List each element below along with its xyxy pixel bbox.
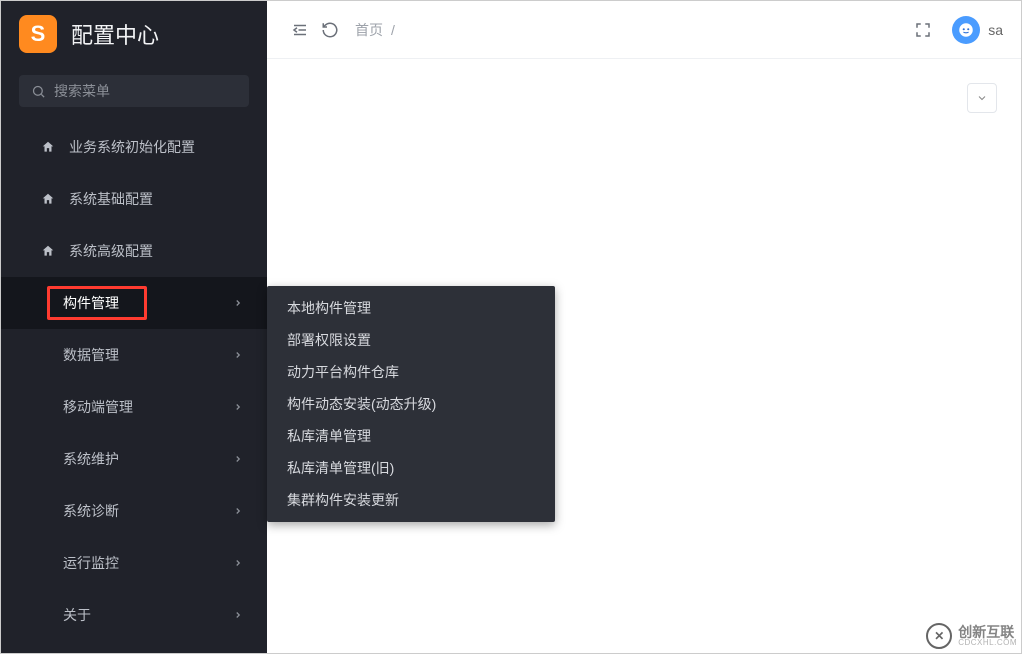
- nav-sub-item-mobile-mgmt[interactable]: 移动端管理: [1, 381, 267, 433]
- refresh-icon: [321, 21, 339, 39]
- nav-label: 系统基础配置: [69, 189, 153, 209]
- logo-row: S 配置中心: [1, 1, 267, 71]
- chevron-right-icon: [233, 347, 243, 363]
- sidebar: S 配置中心 业务系统初始化配置 系统基础配置 系统高级配置 构件管理 数据管理: [1, 1, 267, 653]
- chevron-down-icon: [976, 92, 988, 104]
- app-title: 配置中心: [71, 18, 159, 50]
- nav-sub-item-monitoring[interactable]: 运行监控: [1, 537, 267, 589]
- nav-sub-item-sys-maintenance[interactable]: 系统维护: [1, 433, 267, 485]
- watermark-icon: ✕: [926, 623, 952, 649]
- nav-label: 系统诊断: [63, 501, 119, 521]
- home-icon: [41, 140, 55, 154]
- chevron-right-icon: [233, 607, 243, 623]
- breadcrumb: 首页 /: [355, 20, 395, 40]
- nav-label: 业务系统初始化配置: [69, 137, 195, 157]
- nav-label: 运行监控: [63, 553, 119, 573]
- nav-sub-item-about[interactable]: 关于: [1, 589, 267, 641]
- nav-sub-item-sys-diagnosis[interactable]: 系统诊断: [1, 485, 267, 537]
- breadcrumb-sep: /: [391, 22, 395, 38]
- nav-label: 关于: [63, 605, 91, 625]
- nav-item-init-config[interactable]: 业务系统初始化配置: [1, 121, 267, 173]
- chevron-right-icon: [233, 399, 243, 415]
- submenu-item-private-repo-list[interactable]: 私库清单管理: [267, 420, 555, 452]
- home-icon: [41, 244, 55, 258]
- nav-sub-item-component-mgmt[interactable]: 构件管理: [1, 277, 267, 329]
- nav-label: 系统维护: [63, 449, 119, 469]
- username-label[interactable]: sa: [988, 22, 1003, 38]
- nav: 业务系统初始化配置 系统基础配置 系统高级配置 构件管理 数据管理 移动端管理: [1, 121, 267, 653]
- collapse-sidebar-button[interactable]: [285, 15, 315, 45]
- nav-item-basic-config[interactable]: 系统基础配置: [1, 173, 267, 225]
- nav-label: 系统高级配置: [69, 241, 153, 261]
- search-box[interactable]: [19, 75, 249, 107]
- submenu-item-dynamic-install[interactable]: 构件动态安装(动态升级): [267, 388, 555, 420]
- submenu-item-cluster-install-update[interactable]: 集群构件安装更新: [267, 484, 555, 516]
- watermark-main: 创新互联: [958, 625, 1017, 639]
- indent-icon: [291, 21, 309, 39]
- watermark-sub: CDCXHL.COM: [958, 639, 1017, 647]
- fullscreen-icon: [914, 21, 932, 39]
- submenu-item-deploy-permission[interactable]: 部署权限设置: [267, 324, 555, 356]
- submenu-item-private-repo-list-old[interactable]: 私库清单管理(旧): [267, 452, 555, 484]
- nav-label: 构件管理: [63, 293, 119, 313]
- avatar-face-icon: [957, 21, 975, 39]
- top-header: 首页 / sa: [267, 1, 1021, 59]
- chevron-right-icon: [233, 295, 243, 311]
- nav-item-advanced-config[interactable]: 系统高级配置: [1, 225, 267, 277]
- nav-sub-item-data-mgmt[interactable]: 数据管理: [1, 329, 267, 381]
- avatar[interactable]: [952, 16, 980, 44]
- nav-label: 数据管理: [63, 345, 119, 365]
- breadcrumb-home[interactable]: 首页: [355, 20, 383, 40]
- search-input[interactable]: [54, 83, 237, 99]
- chevron-right-icon: [233, 555, 243, 571]
- panel-collapse-button[interactable]: [967, 83, 997, 113]
- nav-label: 移动端管理: [63, 397, 133, 417]
- search-icon: [31, 84, 46, 99]
- submenu-item-local-component-mgmt[interactable]: 本地构件管理: [267, 292, 555, 324]
- submenu-item-platform-repo[interactable]: 动力平台构件仓库: [267, 356, 555, 388]
- refresh-button[interactable]: [315, 15, 345, 45]
- logo-badge: S: [19, 15, 57, 53]
- home-icon: [41, 192, 55, 206]
- submenu-popover: 本地构件管理 部署权限设置 动力平台构件仓库 构件动态安装(动态升级) 私库清单…: [267, 286, 555, 522]
- chevron-right-icon: [233, 503, 243, 519]
- fullscreen-button[interactable]: [908, 15, 938, 45]
- chevron-right-icon: [233, 451, 243, 467]
- watermark: ✕ 创新互联 CDCXHL.COM: [926, 623, 1017, 649]
